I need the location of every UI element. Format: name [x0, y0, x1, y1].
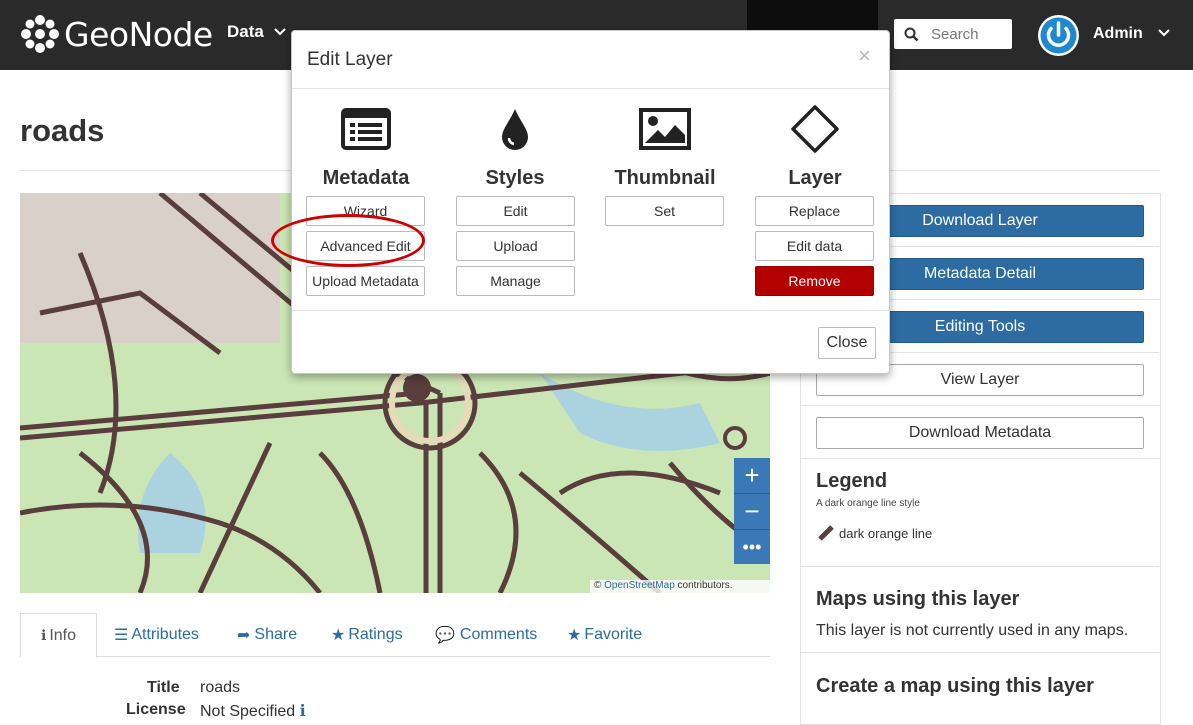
style-manage-button[interactable]: Manage [456, 266, 575, 296]
close-icon[interactable]: × [858, 43, 871, 69]
divider [292, 88, 889, 89]
image-icon [639, 108, 691, 150]
style-edit-button[interactable]: Edit [456, 196, 575, 226]
highlight-circle-annotation [271, 214, 425, 267]
remove-layer-button[interactable]: Remove [755, 266, 874, 296]
upload-metadata-button[interactable]: Upload Metadata [306, 266, 425, 296]
close-button[interactable]: Close [818, 327, 876, 359]
edit-layer-modal: Edit Layer × Metadata Styles Thumbnail L… [291, 30, 890, 374]
droplet-icon [502, 109, 528, 150]
layer-column: Layer [755, 101, 875, 195]
thumbnail-set-button[interactable]: Set [605, 196, 724, 226]
metadata-column: Metadata [306, 101, 426, 195]
column-title: Layer [788, 167, 842, 189]
modal-title: Edit Layer [307, 49, 393, 70]
column-title: Styles [485, 167, 545, 189]
thumbnail-column: Thumbnail [605, 101, 725, 195]
divider [292, 310, 889, 311]
diamond-icon [791, 105, 839, 153]
replace-layer-button[interactable]: Replace [755, 196, 874, 226]
column-title: Thumbnail [614, 167, 716, 189]
styles-column: Styles [455, 101, 575, 195]
column-title: Metadata [322, 167, 410, 189]
style-upload-button[interactable]: Upload [456, 231, 575, 261]
edit-data-button[interactable]: Edit data [755, 231, 874, 261]
metadata-icon [341, 108, 391, 150]
